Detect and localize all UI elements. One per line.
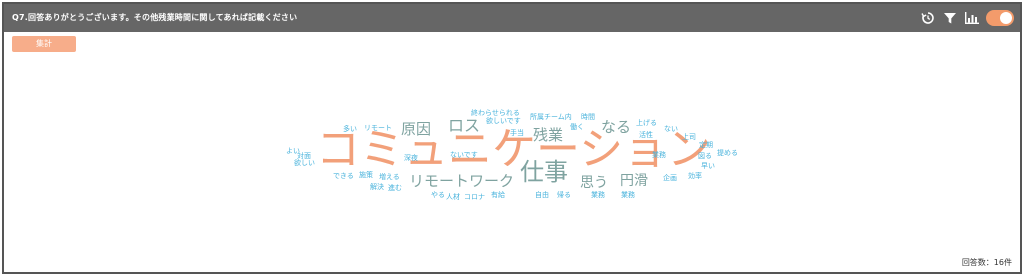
word-cloud-word: 手当	[510, 129, 524, 137]
word-cloud-word: 残業	[533, 126, 564, 144]
word-cloud-word: 有給	[491, 191, 505, 199]
word-cloud-word: リモート	[364, 124, 392, 132]
word-cloud-word: 増える	[379, 173, 400, 181]
question-title: Q7.回答ありがとうございます。その他残業時間に関してあれば記載ください	[12, 13, 298, 22]
word-cloud-word: 上司	[682, 133, 696, 141]
word-cloud-word: 解決	[370, 183, 384, 191]
word-cloud-word: 提める	[717, 149, 738, 157]
history-icon[interactable]	[920, 10, 936, 26]
word-cloud-word: 定期	[699, 141, 713, 149]
widget-header: Q7.回答ありがとうございます。その他残業時間に関してあれば記載ください	[4, 4, 1020, 32]
word-cloud: コミュニケーション 仕事 ロス 原因 残業 なる 思う 円滑 リモートワーク 終…	[4, 32, 1020, 252]
word-cloud-word: 施策	[359, 171, 373, 179]
word-cloud-word: 効率	[688, 172, 702, 180]
word-cloud-word: 帰る	[557, 191, 571, 199]
word-cloud-word: 図る	[698, 152, 712, 160]
word-cloud-word: 深夜	[404, 154, 418, 162]
word-cloud-word: 思う	[580, 175, 608, 191]
word-cloud-word: 原因	[401, 120, 432, 138]
word-cloud-word: 仕事	[520, 158, 568, 186]
response-count: 回答数：16件	[961, 258, 1012, 267]
toggle-knob	[1000, 12, 1012, 24]
word-cloud-word: やる	[431, 191, 445, 199]
word-cloud-word: 終わらせられる	[471, 109, 520, 117]
word-cloud-word: なる	[601, 118, 632, 136]
word-cloud-word: できる	[333, 172, 354, 180]
word-cloud-word: 働く	[570, 123, 584, 131]
word-cloud-word: 時間	[581, 113, 595, 121]
filter-icon[interactable]	[942, 10, 958, 26]
word-cloud-word: 上げる	[636, 119, 657, 127]
display-toggle[interactable]	[986, 10, 1014, 26]
word-cloud-word: 円滑	[620, 173, 648, 189]
word-cloud-word: 業務	[621, 191, 635, 199]
word-cloud-word: ない	[664, 125, 678, 133]
word-cloud-word: 業務	[591, 191, 605, 199]
bar-chart-icon[interactable]	[964, 10, 980, 26]
word-cloud-word: 進む	[388, 184, 402, 192]
word-cloud-word: ないです	[450, 151, 478, 159]
word-cloud-word: 欲しい	[294, 159, 315, 167]
word-cloud-word: 早い	[701, 162, 715, 170]
word-cloud-word: 欲しいです	[486, 117, 521, 125]
widget-frame: Q7.回答ありがとうございます。その他残業時間に関してあれば記載ください 集計 …	[2, 2, 1022, 274]
word-cloud-word: 企画	[663, 174, 677, 182]
word-cloud-word: ロス	[448, 116, 481, 135]
header-toolbar	[920, 8, 1014, 28]
word-cloud-word: 所属チーム内	[530, 113, 572, 121]
word-cloud-word: コロナ	[464, 193, 485, 201]
word-cloud-word: 多い	[343, 125, 357, 133]
word-cloud-word: 活性	[639, 131, 653, 139]
word-cloud-word: 自由	[535, 191, 549, 199]
word-cloud-word: リモートワーク	[409, 172, 515, 190]
word-cloud-word: よい	[286, 147, 300, 155]
word-cloud-word: 業務	[652, 151, 666, 159]
word-cloud-word: 人材	[446, 193, 460, 201]
